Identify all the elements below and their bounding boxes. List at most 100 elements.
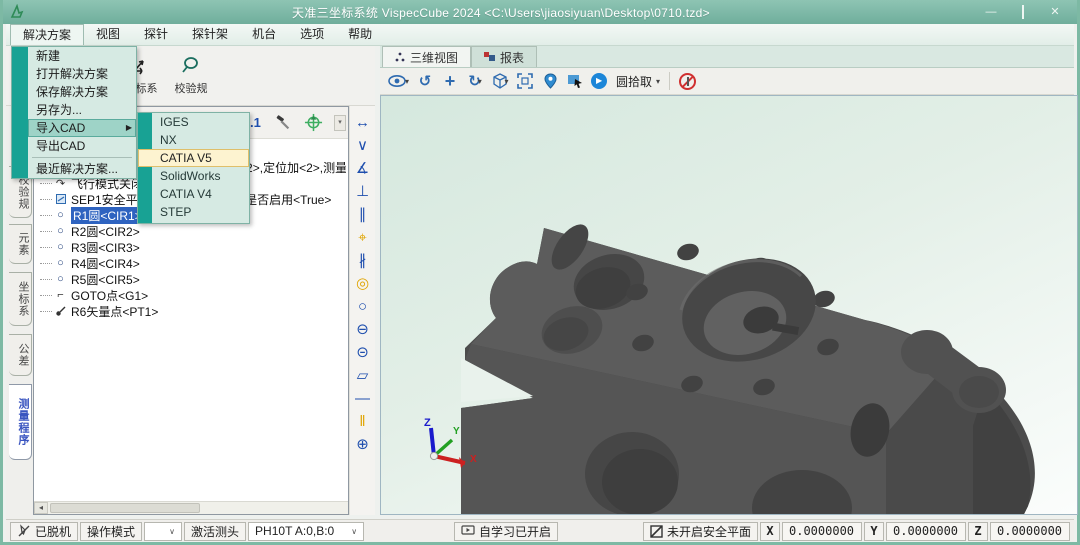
submenu-item-catia-v4[interactable]: CATIA V4 bbox=[138, 185, 249, 203]
menu-view[interactable]: 视图 bbox=[84, 24, 132, 45]
circle-pick-label[interactable]: 圆拾取 bbox=[616, 73, 652, 90]
menu-probe-rack[interactable]: 探针架 bbox=[180, 24, 240, 45]
tree-item-circle-r2[interactable]: ○ R2圆<CIR2> bbox=[40, 223, 346, 239]
y-axis-value: 0.0000000 bbox=[886, 522, 966, 541]
menu-solution[interactable]: 解决方案 bbox=[10, 24, 84, 45]
gdt-toolbar: ↔ ∨ ∡ ⊥ ∥ ⌖ ∦ ◎ ○ ⊖ ⊝ ▱ — ‖ ⊕ bbox=[349, 106, 375, 515]
pin-icon bbox=[544, 73, 557, 89]
pan-view-button[interactable]: + bbox=[441, 72, 459, 91]
symmetry-icon[interactable]: ‖ bbox=[352, 411, 374, 434]
submenu-item-nx[interactable]: NX bbox=[138, 131, 249, 149]
gauge-check-label: 校验规 bbox=[175, 80, 208, 96]
menu-item-new[interactable]: 新建 bbox=[28, 47, 136, 65]
self-learn-icon bbox=[461, 525, 475, 537]
build-hammer-button[interactable] bbox=[272, 112, 294, 134]
gauge-check-button[interactable]: 校验规 bbox=[166, 46, 216, 105]
3d-viewport[interactable]: Z Y X bbox=[380, 95, 1078, 515]
rotate-view-button[interactable]: ↺ bbox=[416, 72, 434, 91]
import-cad-submenu: IGES NX CATIA V5 SolidWorks CATIA V4 STE… bbox=[137, 112, 250, 224]
side-tab-elements[interactable]: 元素 bbox=[9, 224, 32, 264]
submenu-item-solidworks[interactable]: SolidWorks bbox=[138, 167, 249, 185]
flatness-icon[interactable]: ▱ bbox=[352, 365, 374, 388]
tab-report[interactable]: 报表 bbox=[471, 46, 537, 67]
restore-button[interactable] bbox=[1009, 3, 1037, 21]
distance-icon[interactable]: ↔ bbox=[352, 112, 374, 135]
submenu-item-catia-v5[interactable]: CATIA V5 bbox=[138, 149, 249, 167]
tree-item-label: R3圆<CIR3> bbox=[71, 239, 140, 256]
tree-item-label: R4圆<CIR4> bbox=[71, 255, 140, 272]
locate-button[interactable] bbox=[541, 72, 559, 91]
menu-item-export-cad[interactable]: 导出CAD bbox=[28, 137, 136, 155]
menu-item-open-solution[interactable]: 打开解决方案 bbox=[28, 65, 136, 83]
side-tab-coordsys[interactable]: 坐标系 bbox=[9, 272, 32, 326]
side-tab-measure-program[interactable]: 测量程序 bbox=[9, 384, 32, 460]
angle-between-icon[interactable]: ∨ bbox=[352, 135, 374, 158]
point-position-icon[interactable]: ⌖ bbox=[352, 227, 374, 250]
tree-item-vector-point[interactable]: R6矢量点<PT1> bbox=[40, 303, 346, 319]
tree-item-circle-r4[interactable]: ○ R4圆<CIR4> bbox=[40, 255, 346, 271]
x-axis-label: X bbox=[760, 522, 780, 541]
circular-runout-icon[interactable]: ⊖ bbox=[352, 319, 374, 342]
straightness-icon[interactable]: — bbox=[352, 388, 374, 411]
menu-item-import-cad[interactable]: 导入CAD ▶ bbox=[28, 119, 136, 137]
goto-icon: ⌐ bbox=[54, 289, 67, 302]
tree-item-label: R1圆<CIR1> bbox=[71, 207, 144, 224]
op-mode-select[interactable]: ∨ bbox=[144, 522, 182, 541]
toolbar-overflow-button[interactable]: ▾ bbox=[334, 115, 346, 131]
perpendicularity-icon[interactable]: ⊥ bbox=[352, 181, 374, 204]
side-tab-tolerance[interactable]: 公差 bbox=[9, 334, 32, 376]
menu-item-save-as[interactable]: 另存为... bbox=[28, 101, 136, 119]
stop-pick-icon[interactable] bbox=[679, 73, 696, 90]
true-position-icon[interactable]: ⊕ bbox=[352, 434, 374, 457]
display-mode-button[interactable]: ▾ bbox=[491, 72, 509, 91]
tree-connector bbox=[40, 215, 52, 216]
menu-machine[interactable]: 机台 bbox=[240, 24, 288, 45]
offline-probe-icon bbox=[17, 524, 31, 538]
tree-connector bbox=[40, 199, 52, 200]
probe-select[interactable]: PH10T A:0,B:0 ∨ bbox=[248, 522, 364, 541]
probe-label: 激活测头 bbox=[184, 522, 246, 541]
run-button[interactable]: ▶ bbox=[591, 73, 607, 89]
tree-connector bbox=[40, 231, 52, 232]
view-direction-button[interactable]: ▾ bbox=[388, 72, 409, 91]
minimize-button[interactable]: — bbox=[977, 3, 1005, 21]
tab-3d-view[interactable]: 三维视图 bbox=[382, 46, 471, 67]
circularity-icon[interactable]: ○ bbox=[352, 296, 374, 319]
angle-icon[interactable]: ∡ bbox=[352, 158, 374, 181]
tree-connector bbox=[40, 247, 52, 248]
orbit-view-button[interactable]: ↻▾ bbox=[466, 72, 484, 91]
parallelism-icon[interactable]: ∥ bbox=[352, 204, 374, 227]
circle-icon: ○ bbox=[54, 241, 67, 254]
caret-icon: ▾ bbox=[505, 77, 509, 86]
circle-icon: ○ bbox=[54, 209, 67, 222]
concentricity-icon[interactable]: ◎ bbox=[352, 273, 374, 296]
close-button[interactable]: ✕ bbox=[1041, 3, 1069, 21]
total-runout-icon[interactable]: ⊝ bbox=[352, 342, 374, 365]
alignment-target-button[interactable] bbox=[302, 112, 324, 134]
self-learn-button[interactable]: 自学习已开启 bbox=[454, 522, 558, 541]
tree-item-circle-r5[interactable]: ○ R5圆<CIR5> bbox=[40, 271, 346, 287]
tree-item-goto-point[interactable]: ⌐ GOTO点<G1> bbox=[40, 287, 346, 303]
submenu-item-step[interactable]: STEP bbox=[138, 203, 249, 221]
svg-text:Z: Z bbox=[424, 417, 431, 429]
circle-pick-caret[interactable]: ▾ bbox=[656, 77, 660, 86]
magnifier-icon bbox=[180, 55, 202, 77]
menu-probe[interactable]: 探针 bbox=[132, 24, 180, 45]
fit-view-button[interactable] bbox=[516, 72, 534, 91]
tree-connector bbox=[40, 295, 52, 296]
op-mode-label: 操作模式 bbox=[80, 522, 142, 541]
tree-item-circle-r3[interactable]: ○ R3圆<CIR3> bbox=[40, 239, 346, 255]
menu-help[interactable]: 帮助 bbox=[336, 24, 384, 45]
submenu-item-iges[interactable]: IGES bbox=[138, 113, 249, 131]
scroll-left-button[interactable]: ◂ bbox=[34, 502, 48, 514]
menu-item-save-solution[interactable]: 保存解决方案 bbox=[28, 83, 136, 101]
circle-icon: ○ bbox=[54, 257, 67, 270]
menu-options[interactable]: 选项 bbox=[288, 24, 336, 45]
menu-separator bbox=[32, 157, 132, 158]
vector-point-icon bbox=[54, 305, 67, 318]
select-button[interactable] bbox=[566, 72, 584, 91]
angularity-icon[interactable]: ∦ bbox=[352, 250, 374, 273]
tree-hscrollbar[interactable]: ◂ bbox=[34, 501, 348, 514]
scroll-thumb[interactable] bbox=[50, 503, 200, 513]
menu-item-recent-solutions[interactable]: 最近解决方案... bbox=[28, 160, 136, 178]
